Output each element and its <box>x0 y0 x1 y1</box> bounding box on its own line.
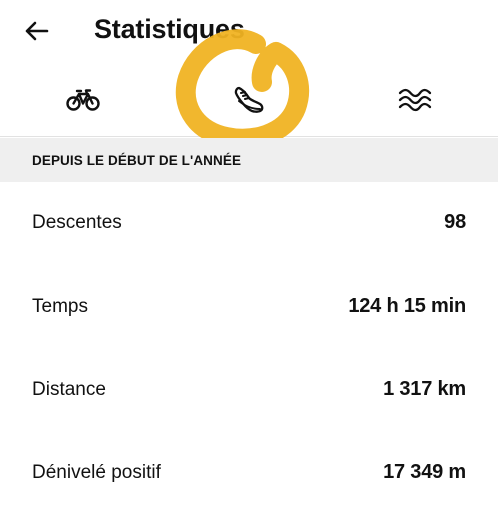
tab-swim[interactable] <box>332 64 498 136</box>
stat-label: Temps <box>32 296 88 317</box>
stat-value: 17 349 m <box>383 461 466 483</box>
stat-label: Dénivelé positif <box>32 462 161 483</box>
app-header: Statistiques <box>0 0 498 64</box>
arrow-left-icon <box>25 21 49 41</box>
tab-bike[interactable] <box>0 64 166 136</box>
stat-label: Descentes <box>32 212 122 233</box>
waves-icon <box>398 88 432 112</box>
stat-row-temps: Temps 124 h 15 min <box>0 278 498 338</box>
stat-row-distance: Distance 1 317 km <box>0 361 498 421</box>
running-shoe-icon <box>234 86 264 113</box>
stat-value: 1 317 km <box>383 378 466 400</box>
stat-row-descentes: Descentes 98 <box>0 194 498 254</box>
section-label: DEPUIS LE DÉBUT DE L'ANNÉE <box>32 153 242 168</box>
stat-label: Distance <box>32 379 106 400</box>
tab-run[interactable] <box>166 64 332 136</box>
stat-value: 98 <box>444 211 466 233</box>
page-title: Statistiques <box>94 14 245 44</box>
bike-icon <box>66 89 100 111</box>
section-header: DEPUIS LE DÉBUT DE L'ANNÉE <box>0 138 498 182</box>
stat-value: 124 h 15 min <box>348 295 466 317</box>
back-button[interactable] <box>20 14 54 48</box>
sport-tabs <box>0 64 498 137</box>
stat-row-denivele: Dénivelé positif 17 349 m <box>0 444 498 504</box>
